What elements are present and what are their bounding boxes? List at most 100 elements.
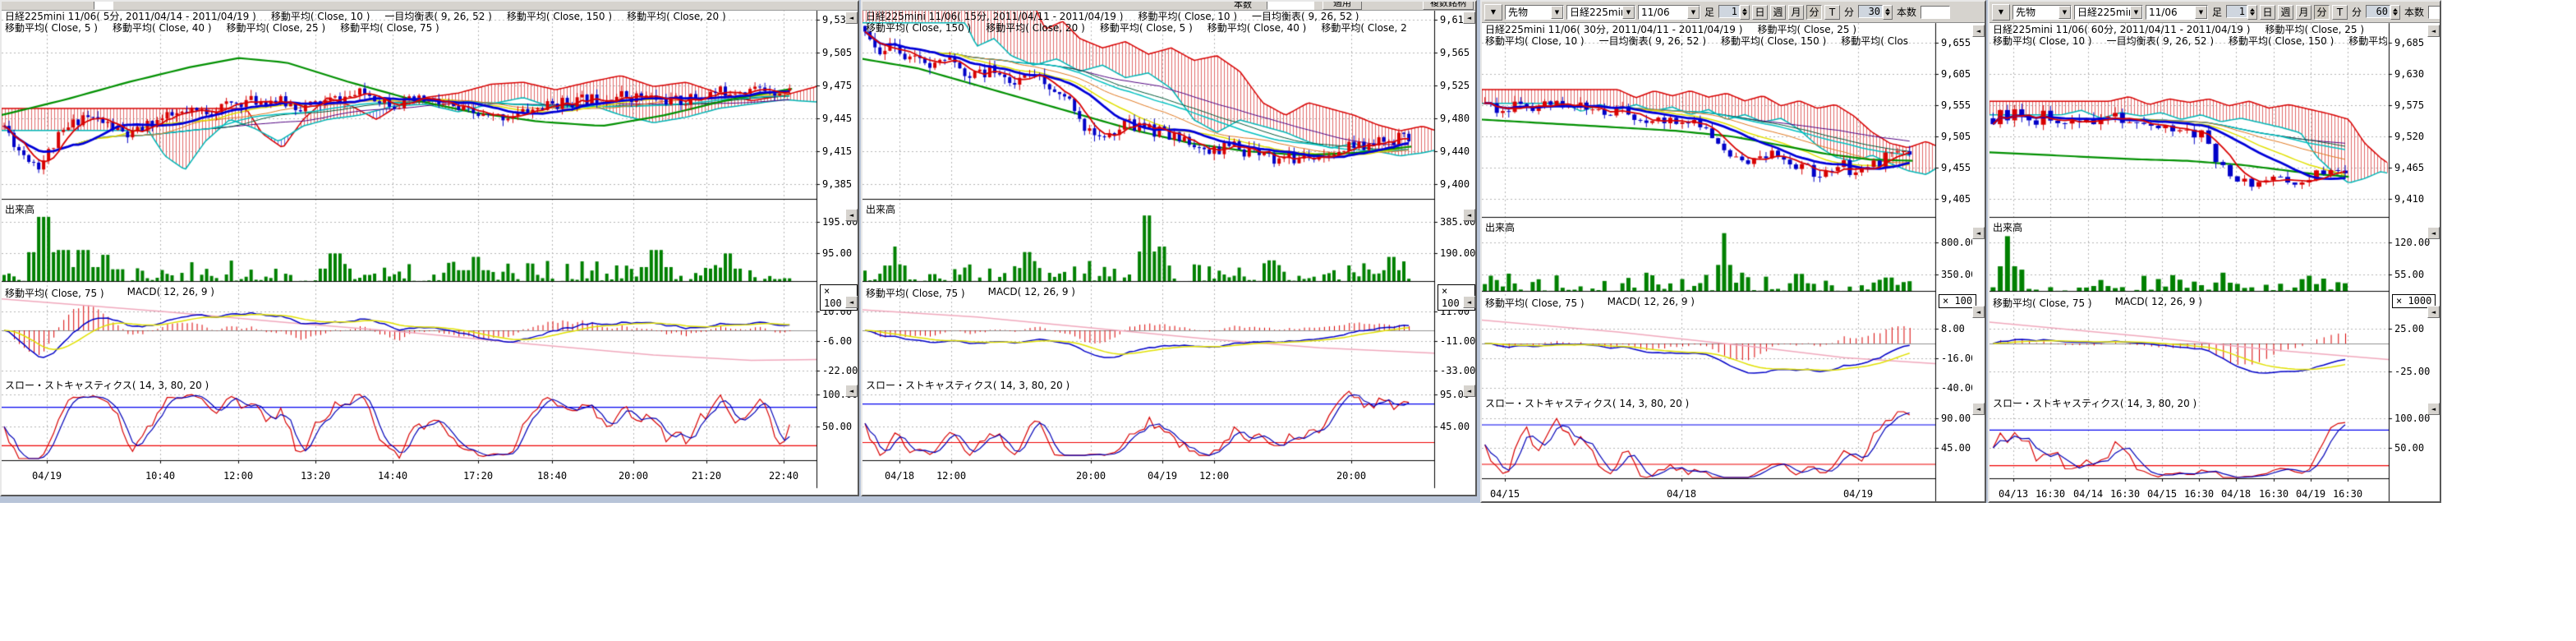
window-menu-button[interactable]: ▼ <box>1484 4 1502 21</box>
axis-scroll-button[interactable]: ◄ <box>845 12 858 24</box>
axis-scroll-button[interactable]: ◄ <box>2427 227 2440 239</box>
chart-title-line2: 移動平均( Close, 5 )移動平均( Close, 40 )移動平均( C… <box>5 23 454 34</box>
period-tick-button[interactable]: T <box>2332 5 2348 20</box>
chart-toolbar: ▼先物▼日経225mini▼11/06▼足1日週月分T分30本数 <box>1482 2 1985 23</box>
clipped-input-fragment <box>94 2 113 10</box>
clipped-button-fragment[interactable]: 適用 <box>1322 2 1362 10</box>
axis-scroll-button[interactable]: ◄ <box>845 209 858 221</box>
x-axis-label: 18:40 <box>537 470 567 482</box>
chart-title: 日経225mini 11/06( 30分, 2011/04/11 - 2011/… <box>1485 25 1742 35</box>
dropdown-button[interactable]: ▼ <box>2195 6 2207 19</box>
volume-axis-tick: 55.00 <box>2394 269 2424 280</box>
price-axis-tick: 9,630 <box>2394 68 2424 80</box>
chart-title-line1: 日経225mini 11/06( 5分, 2011/04/14 - 2011/0… <box>5 12 741 22</box>
futures-category-select[interactable]: 先物▼ <box>1505 5 1564 20</box>
period-day-button[interactable]: 日 <box>1752 5 1768 20</box>
macd-pane-labels: 移動平均( Close, 75 )MACD( 12, 26, 9 ) <box>1485 296 1695 310</box>
x-axis-label: 22:40 <box>769 470 798 482</box>
left-arrow-icon: ◄ <box>1467 388 1471 394</box>
minutes-stepper[interactable]: 30 <box>1858 5 1893 20</box>
dropdown-button[interactable]: ▼ <box>1687 6 1700 19</box>
volume-pane-label: 出来高 <box>5 202 34 216</box>
axis-scroll-button[interactable]: ◄ <box>1463 296 1475 308</box>
stoch-axis-tick: 45.00 <box>1941 442 1971 454</box>
indicator-label: 一目均衡表( 9, 26, 52 ) <box>1252 12 1359 22</box>
axis-scroll-button[interactable]: ◄ <box>1972 403 1985 415</box>
bars-count-input[interactable] <box>2428 6 2441 19</box>
chevron-down-icon: ▼ <box>2063 9 2067 16</box>
clipped-input-fragment <box>1267 2 1314 10</box>
dropdown-button[interactable]: ▼ <box>1622 6 1635 19</box>
stepper-buttons[interactable] <box>1883 5 1893 20</box>
volume-pane-label: 出来高 <box>1485 220 1515 234</box>
chevron-down-icon: ▼ <box>2134 9 2138 16</box>
chart-canvas <box>2 2 858 495</box>
symbol-select[interactable]: 日経225mini▼ <box>2074 5 2143 20</box>
axis-scroll-button[interactable]: ◄ <box>2427 25 2440 37</box>
axis-scroll-button[interactable]: ◄ <box>1972 25 1985 37</box>
price-axis-tick: 9,525 <box>1440 80 1470 91</box>
down-arrow-icon <box>1742 12 1747 16</box>
period-month-button[interactable]: 月 <box>2296 5 2312 20</box>
stepper-buttons[interactable] <box>1740 5 1750 20</box>
stepper-buttons[interactable] <box>2247 5 2257 20</box>
clipped-button-fragment[interactable]: 複数銘柄 <box>1423 2 1474 10</box>
chart-title: 日経225mini 11/06( 5分, 2011/04/14 - 2011/0… <box>5 12 256 22</box>
minutes-stepper[interactable]: 60 <box>2366 5 2400 20</box>
chart-title-line2: 移動平均( Close, 10 )一目均衡表( 9, 26, 52 )移動平均(… <box>1993 36 2387 47</box>
left-arrow-icon: ◄ <box>2431 230 2436 237</box>
period-month-button[interactable]: 月 <box>1788 5 1804 20</box>
axis-scroll-button[interactable]: ◄ <box>1972 306 1985 318</box>
bars-count-input[interactable] <box>1920 6 1950 19</box>
up-arrow-icon <box>1885 8 1890 12</box>
x-axis-label: 16:30 <box>2333 488 2362 500</box>
period-minute-button[interactable]: 分 <box>1806 5 1822 20</box>
stepper-buttons[interactable] <box>2390 5 2400 20</box>
period-minute-button[interactable]: 分 <box>2314 5 2330 20</box>
contract-month-select[interactable]: 11/06▼ <box>1638 5 1700 20</box>
symbol-select[interactable]: 日経225mini▼ <box>1566 5 1635 20</box>
axis-scroll-button[interactable]: ◄ <box>1972 227 1985 239</box>
period-week-button[interactable]: 週 <box>1770 5 1786 20</box>
x-axis-label: 04/19 <box>1843 488 1873 500</box>
period-week-button[interactable]: 週 <box>2278 5 2293 20</box>
up-arrow-icon <box>2250 8 2255 12</box>
axis-scroll-button[interactable]: ◄ <box>1463 385 1475 397</box>
axis-scroll-button[interactable]: ◄ <box>845 296 858 308</box>
indicator-label: 移動平均( Close, 20 ) <box>986 23 1085 34</box>
price-axis-tick: 9,445 <box>822 113 852 124</box>
ma75-label: 移動平均( Close, 75 ) <box>5 286 104 300</box>
contract-month-select[interactable]: 11/06▼ <box>2146 5 2208 20</box>
x-axis-label: 12:00 <box>1199 470 1229 482</box>
axis-scroll-button[interactable]: ◄ <box>845 385 858 397</box>
bar-interval-stepper[interactable]: 1 <box>1718 5 1750 20</box>
axis-scroll-button[interactable]: ◄ <box>2427 403 2440 415</box>
price-axis-tick: 9,505 <box>822 47 852 58</box>
window-menu-button[interactable]: ▼ <box>1992 4 2010 21</box>
dropdown-button[interactable]: ▼ <box>2058 6 2071 19</box>
stochastics-pane-label: スロー・ストキャスティクス( 14, 3, 80, 20 ) <box>5 378 209 392</box>
axis-scroll-button[interactable]: ◄ <box>2427 306 2440 318</box>
period-tick-button[interactable]: T <box>1824 5 1840 20</box>
period-day-button[interactable]: 日 <box>2260 5 2275 20</box>
stochastics-pane-label: スロー・ストキャスティクス( 14, 3, 80, 20 ) <box>1993 396 2196 410</box>
left-arrow-icon: ◄ <box>1976 28 1980 35</box>
axis-scroll-button[interactable]: ◄ <box>1463 12 1475 24</box>
dropdown-button[interactable]: ▼ <box>1551 6 1563 19</box>
price-axis-tick: 9,475 <box>822 80 852 91</box>
volume-axis-tick: 800.00 <box>1941 237 1972 248</box>
indicator-label: 移動平均( Close, 5 ) <box>1100 23 1193 34</box>
volume-axis-tick: 350.00 <box>1941 269 1972 280</box>
macd-axis-tick: -11.00 <box>1440 335 1475 347</box>
indicator-label: 移動平均( Close, 40 ) <box>113 23 212 34</box>
left-arrow-icon: ◄ <box>1976 309 1980 316</box>
clipped-label-fragment: 本数 <box>1234 2 1252 11</box>
left-arrow-icon: ◄ <box>1467 212 1471 219</box>
x-axis-label: 04/15 <box>1490 488 1520 500</box>
axis-scroll-button[interactable]: ◄ <box>1463 209 1475 221</box>
down-arrow-icon <box>2393 12 2398 16</box>
futures-category-select[interactable]: 先物▼ <box>2012 5 2072 20</box>
bar-interval-stepper[interactable]: 1 <box>2226 5 2257 20</box>
dropdown-button[interactable]: ▼ <box>2130 6 2142 19</box>
x-axis-label: 04/19 <box>1148 470 1177 482</box>
